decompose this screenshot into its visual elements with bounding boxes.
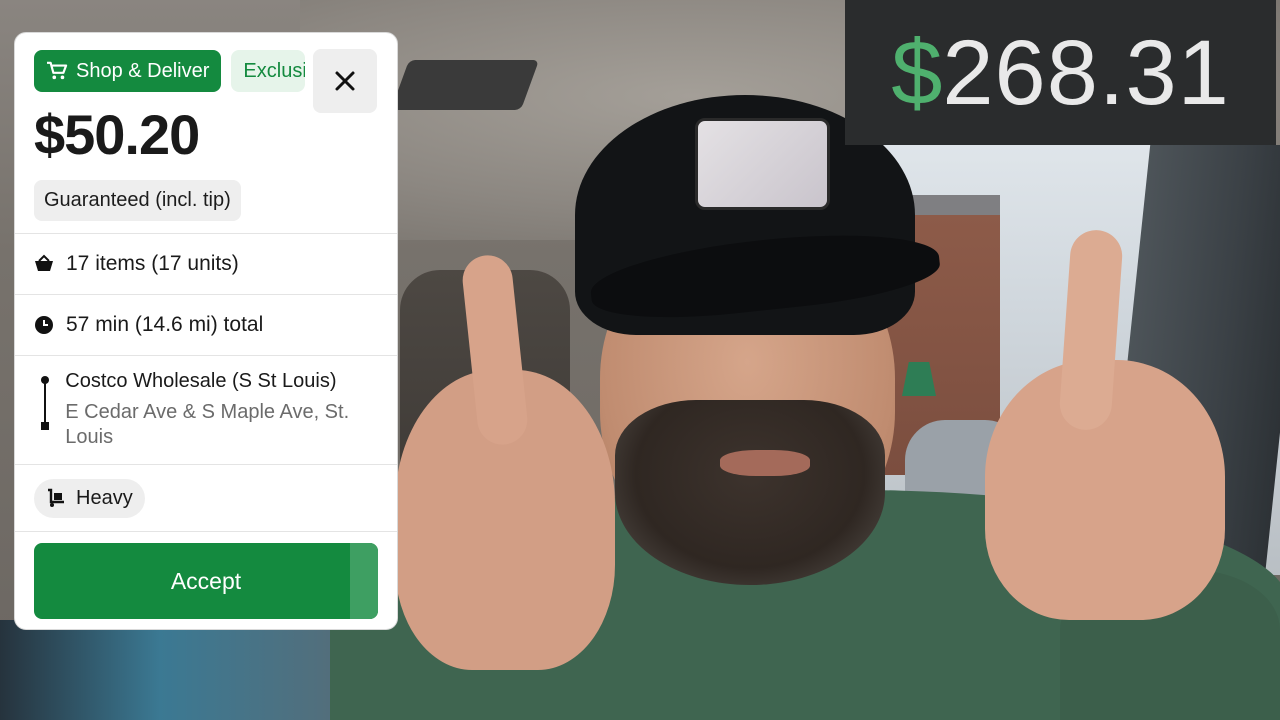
heavy-tag: Heavy bbox=[34, 478, 145, 518]
items-row: 17 items (17 units) bbox=[15, 234, 397, 294]
accept-timer-remaining bbox=[350, 543, 378, 619]
cart-icon bbox=[47, 61, 68, 80]
store-address: E Cedar Ave & S Maple Ave, St. Louis bbox=[65, 401, 350, 448]
person-beard bbox=[615, 400, 885, 585]
close-button[interactable] bbox=[313, 49, 377, 113]
guarantee-badge: Guaranteed (incl. tip) bbox=[34, 180, 241, 221]
items-count: 17 items (17 units) bbox=[66, 252, 239, 275]
currency-symbol: $ bbox=[891, 21, 943, 124]
delivery-offer-card: Shop & Deliver Exclusive $50.20 Guarante… bbox=[14, 32, 398, 630]
heavy-label: Heavy bbox=[76, 486, 133, 509]
offer-price: $50.20 bbox=[34, 103, 200, 166]
exclusive-chip: Exclusive bbox=[231, 50, 306, 92]
tag-row: Heavy bbox=[15, 465, 397, 531]
cap-patch bbox=[695, 118, 830, 210]
shop-deliver-chip: Shop & Deliver bbox=[34, 50, 222, 92]
shop-deliver-label: Shop & Deliver bbox=[76, 59, 210, 82]
sunroof bbox=[390, 60, 540, 110]
route-row: Costco Wholesale (S St Louis) E Cedar Av… bbox=[15, 356, 397, 464]
earnings-total-badge: $ 268.31 bbox=[845, 0, 1276, 145]
route-text: Costco Wholesale (S St Louis) E Cedar Av… bbox=[65, 368, 378, 450]
dolly-icon bbox=[48, 488, 64, 507]
store-name: Costco Wholesale (S St Louis) bbox=[65, 370, 337, 392]
offer-header: Shop & Deliver Exclusive $50.20 Guarante… bbox=[15, 33, 397, 233]
route-line-icon bbox=[40, 376, 49, 430]
accept-area: Accept bbox=[15, 532, 397, 619]
duration-distance: 57 min (14.6 mi) total bbox=[66, 313, 264, 336]
duration-row: 57 min (14.6 mi) total bbox=[15, 295, 397, 355]
basket-icon bbox=[35, 254, 53, 271]
accept-label: Accept bbox=[170, 567, 242, 594]
earnings-amount: 268.31 bbox=[942, 21, 1230, 124]
accept-button[interactable]: Accept bbox=[34, 543, 378, 619]
person-mouth bbox=[720, 450, 810, 476]
clock-icon bbox=[35, 316, 53, 334]
close-icon bbox=[335, 71, 355, 91]
